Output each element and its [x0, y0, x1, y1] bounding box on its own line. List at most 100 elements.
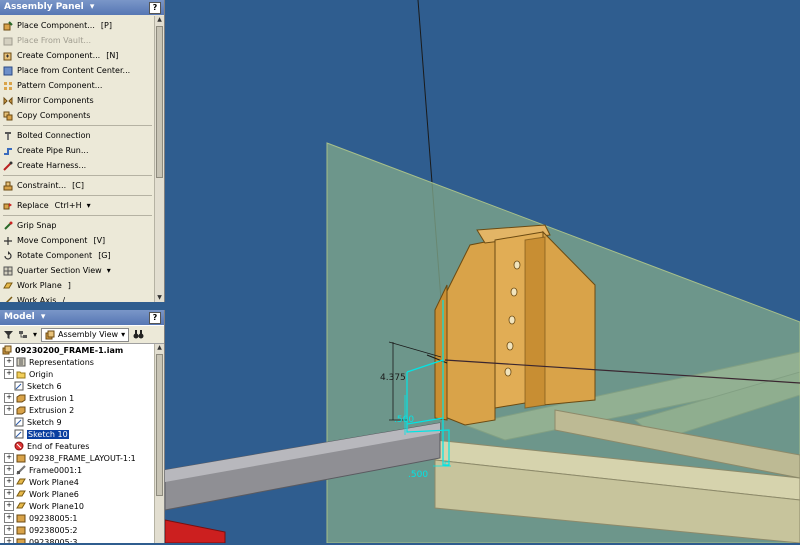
model-panel-scrollbar[interactable]: ▲: [154, 344, 164, 543]
assembly-icon: [2, 345, 12, 355]
expand-toggle-icon[interactable]: +: [4, 525, 14, 535]
find-options-icon[interactable]: [18, 329, 29, 340]
part-icon: [16, 526, 26, 535]
tree-item[interactable]: +09238_FRAME_LAYOUT-1:1: [0, 452, 154, 464]
filter-icon[interactable]: [3, 329, 14, 340]
assembly-view-dropdown[interactable]: Assembly View ▾: [41, 327, 130, 342]
tree-item-label: 09238005:1: [29, 513, 78, 523]
scrollbar-thumb[interactable]: [156, 26, 163, 178]
menu-item-grip-snap[interactable]: Grip Snap: [0, 218, 155, 233]
assembly-panel-scrollbar[interactable]: ▲ ▼: [154, 16, 164, 302]
menu-item-work-axis[interactable]: Work Axis /: [0, 293, 155, 302]
menu-item-label: Move Component: [17, 236, 88, 245]
tree-item[interactable]: + Origin: [0, 368, 154, 380]
dropdown-arrow-icon[interactable]: ▾: [90, 2, 95, 12]
tree-item[interactable]: + Extrusion 2: [0, 404, 154, 416]
part-icon: [16, 538, 26, 543]
create-component-icon: [3, 52, 12, 60]
tree-item[interactable]: + Work Plane10: [0, 500, 154, 512]
expand-toggle-icon[interactable]: +: [4, 501, 14, 511]
expand-toggle-icon[interactable]: +: [4, 465, 14, 475]
menu-item-work-plane[interactable]: Work Plane]: [0, 278, 155, 293]
menu-item-pattern-component[interactable]: Pattern Component...: [0, 78, 155, 93]
section-view-icon: [3, 266, 13, 275]
tree-item-label: Sketch 9: [27, 417, 62, 427]
chevron-down-icon[interactable]: ▾: [107, 266, 111, 275]
menu-item-rotate-component[interactable]: Rotate Component [G]: [0, 248, 155, 263]
menu-item-constraint[interactable]: Constraint... [C]: [0, 178, 155, 193]
expand-toggle-icon[interactable]: +: [4, 453, 14, 463]
menu-item-quarter-section-view[interactable]: Quarter Section View ▾: [0, 263, 155, 278]
menu-item-create-component[interactable]: Create Component... [N]: [0, 48, 155, 63]
tree-item[interactable]: + Work Plane6: [0, 488, 154, 500]
expand-toggle-icon[interactable]: +: [4, 489, 14, 499]
tree-item-label: Sketch 10: [27, 429, 69, 439]
tree-item-label: Sketch 6: [27, 381, 62, 391]
tree-item[interactable]: Sketch 10: [0, 428, 154, 440]
expand-toggle-icon[interactable]: +: [4, 537, 14, 543]
menu-item-bolted-connection[interactable]: Bolted Connection: [0, 128, 155, 143]
expand-toggle-icon[interactable]: +: [4, 369, 14, 379]
menu-item-create-harness[interactable]: Create Harness...: [0, 158, 155, 173]
tree-item-label: 09238_FRAME_LAYOUT-1:1: [29, 453, 136, 463]
expand-toggle-icon[interactable]: +: [4, 513, 14, 523]
model-panel-header[interactable]: Model ▾ ?: [0, 310, 164, 325]
chevron-down-icon: ▾: [121, 330, 126, 339]
tree-item[interactable]: + Work Plane4: [0, 476, 154, 488]
tree-item[interactable]: + Representations: [0, 356, 154, 368]
menu-item-label: Rotate Component: [17, 251, 93, 260]
menu-item-place-component[interactable]: Place Component... [P]: [0, 18, 155, 33]
menu-item-label: Copy Components: [17, 111, 91, 120]
dimension-label-thickness[interactable]: .500: [394, 415, 414, 425]
expand-toggle-icon[interactable]: +: [4, 405, 14, 415]
help-icon[interactable]: ?: [149, 2, 161, 14]
tree-item[interactable]: End of Features: [0, 440, 154, 452]
sketch-icon: [14, 381, 24, 391]
menu-item-place-from-vault[interactable]: Place From Vault...: [0, 33, 155, 48]
binoculars-icon[interactable]: [133, 329, 144, 340]
assembly-view-label: Assembly View: [58, 330, 119, 339]
scrollbar-thumb[interactable]: [156, 354, 163, 496]
scroll-up-icon[interactable]: ▲: [155, 344, 164, 352]
part-icon: [16, 514, 26, 523]
menu-item-replace[interactable]: Replace Ctrl+H ▾: [0, 198, 155, 213]
chevron-down-icon[interactable]: ▾: [33, 330, 37, 339]
expand-toggle-icon[interactable]: +: [4, 393, 14, 403]
dimension-label-width[interactable]: .500: [408, 470, 428, 480]
tree-item[interactable]: +09238005:1: [0, 512, 154, 524]
tree-item-label: 09238005:2: [29, 525, 78, 535]
assembly-panel-header[interactable]: Assembly Panel ▾ ?: [0, 0, 164, 15]
scroll-up-icon[interactable]: ▲: [155, 16, 164, 24]
tree-item[interactable]: Sketch 6: [0, 380, 154, 392]
expand-toggle-icon[interactable]: +: [4, 477, 14, 487]
chevron-down-icon[interactable]: ▾: [87, 201, 91, 210]
dimension-label-height[interactable]: 4.375: [380, 373, 406, 383]
menu-item-shortcut: [C]: [72, 181, 84, 190]
folder-icon: [16, 371, 26, 379]
menu-item-label: Pattern Component...: [17, 81, 103, 90]
tree-item[interactable]: + Extrusion 1: [0, 392, 154, 404]
tree-item[interactable]: +09238005:3: [0, 536, 154, 543]
scroll-down-icon[interactable]: ▼: [155, 294, 164, 302]
tree-item[interactable]: 09230200_FRAME-1.iam: [0, 344, 154, 356]
constraint-icon: [3, 181, 13, 190]
menu-item-place-from-content-center[interactable]: Place from Content Center...: [0, 63, 155, 78]
viewport-canvas[interactable]: 4.375 .500 .500: [164, 0, 800, 544]
assembly-panel-title: Assembly Panel: [4, 2, 84, 12]
menu-item-create-pipe-run[interactable]: Create Pipe Run...: [0, 143, 155, 158]
expand-toggle-icon[interactable]: +: [4, 357, 14, 367]
menu-item-label: Create Component...: [17, 51, 101, 60]
menu-item-shortcut: /: [62, 296, 66, 302]
dropdown-arrow-icon[interactable]: ▾: [41, 312, 46, 322]
tree-item-label: End of Features: [27, 441, 90, 451]
help-icon[interactable]: ?: [149, 312, 161, 324]
graphics-viewport[interactable]: 4.375 .500 .500: [164, 0, 800, 544]
menu-item-move-component[interactable]: Move Component [V]: [0, 233, 155, 248]
menu-item-copy-components[interactable]: Copy Components: [0, 108, 155, 123]
tree-item[interactable]: +09238005:2: [0, 524, 154, 536]
tree-item[interactable]: + Frame0001:1: [0, 464, 154, 476]
copy-icon: [3, 111, 13, 120]
menu-separator: [3, 125, 152, 126]
menu-item-mirror-components[interactable]: Mirror Components: [0, 93, 155, 108]
tree-item[interactable]: Sketch 9: [0, 416, 154, 428]
